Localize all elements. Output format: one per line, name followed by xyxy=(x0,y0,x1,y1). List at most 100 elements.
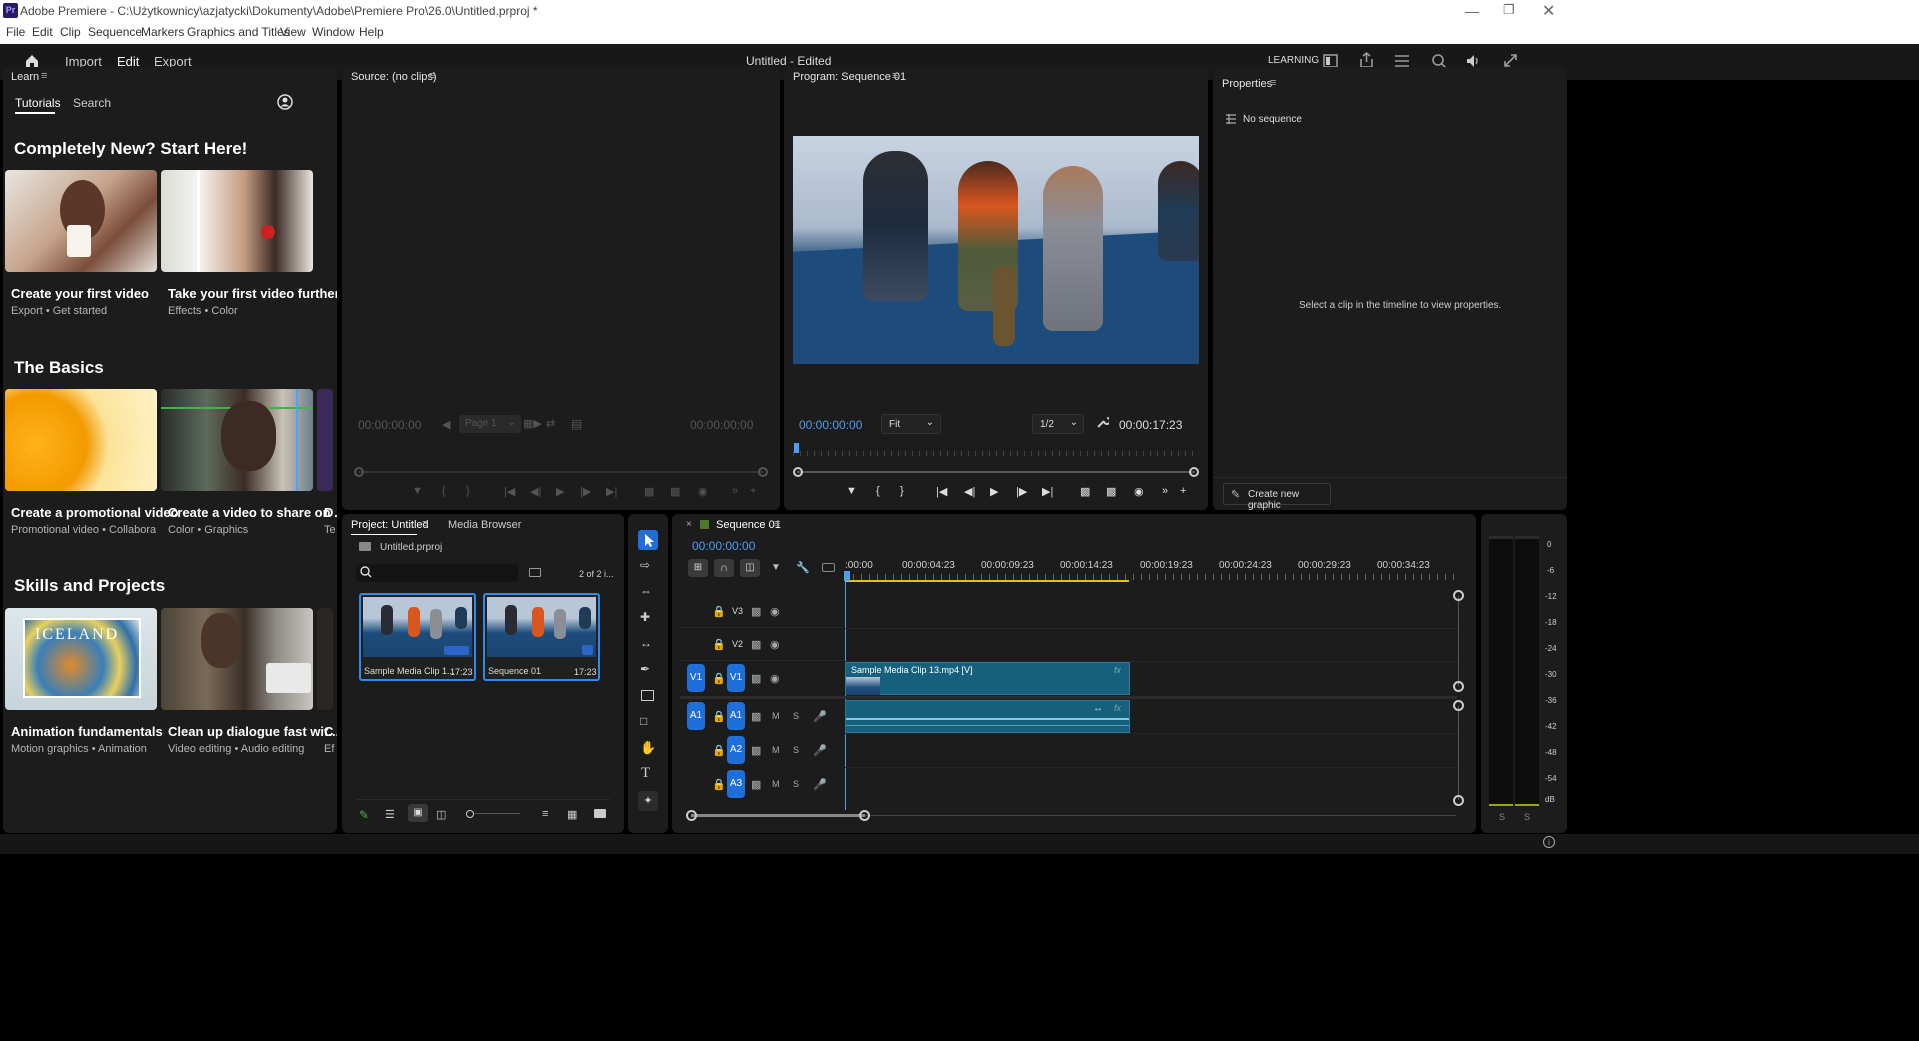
source-timecode-in[interactable]: 00:00:00:00 xyxy=(358,418,421,432)
insert-nest-icon[interactable]: ⊞ xyxy=(688,559,708,577)
menu-sequence[interactable]: Sequence xyxy=(88,25,142,39)
go-to-out-icon[interactable]: ▶| xyxy=(1042,485,1053,498)
hand-tool-icon[interactable]: ✋ xyxy=(640,740,656,756)
close-icon[interactable]: ✕ xyxy=(1542,1,1555,21)
menu-help[interactable]: Help xyxy=(359,25,384,39)
ripple-edit-tool-icon[interactable]: ⇔ xyxy=(640,584,652,598)
properties-panel-menu-icon[interactable]: ≡ xyxy=(1270,77,1276,89)
source-timecode-out[interactable]: 00:00:00:00 xyxy=(690,418,753,432)
zoom-slider[interactable] xyxy=(466,810,522,818)
slip-tool-icon[interactable]: ↔ xyxy=(640,636,652,650)
tutorial-title[interactable]: Create your first video xyxy=(11,286,149,301)
audio-track-scroll[interactable] xyxy=(1453,700,1465,806)
tutorial-thumbnail[interactable] xyxy=(5,170,157,272)
tutorial-thumbnail-partial[interactable] xyxy=(317,389,333,491)
track-label[interactable]: A3 xyxy=(727,770,745,798)
timeline-horizontal-scroll[interactable] xyxy=(686,810,1458,822)
user-icon[interactable] xyxy=(277,94,293,110)
tutorial-thumbnail[interactable]: ICELAND xyxy=(5,608,157,710)
fit-select[interactable]: Fit ⌄ xyxy=(881,414,941,434)
share-icon[interactable] xyxy=(1359,52,1374,68)
solo-button[interactable]: S xyxy=(793,779,799,789)
page-select[interactable]: Page 1 ⌄ xyxy=(459,415,521,433)
mic-icon[interactable]: 🎤 xyxy=(813,710,827,723)
mark-in-icon[interactable]: { xyxy=(876,485,880,497)
timeline-menu-icon[interactable]: ≡ xyxy=(774,518,780,530)
mute-button[interactable]: M xyxy=(772,745,780,755)
project-panel-menu-icon[interactable]: ≡ xyxy=(422,518,428,530)
sync-lock-icon[interactable]: ▩ xyxy=(751,672,761,685)
audio-clip[interactable]: ↔ fx xyxy=(845,700,1130,733)
sync-lock-icon[interactable]: ▩ xyxy=(751,744,761,757)
tutorial-title[interactable]: Animation fundamentals xyxy=(11,724,163,739)
track-select-tool-icon[interactable]: ⇨ xyxy=(640,558,650,572)
wrench-icon[interactable] xyxy=(1096,416,1109,429)
solo-button[interactable]: S xyxy=(793,711,799,721)
tutorial-thumbnail[interactable] xyxy=(161,608,313,710)
lock-icon[interactable]: 🔒 xyxy=(712,778,726,791)
time-ruler[interactable]: :00:00 00:00:04:23 00:00:09:23 00:00:14:… xyxy=(844,558,1459,584)
menu-clip[interactable]: Clip xyxy=(60,25,81,39)
step-forward-frame-icon[interactable]: |▶ xyxy=(1016,485,1027,498)
program-panel-menu-icon[interactable]: ≡ xyxy=(892,70,898,82)
extract-icon[interactable]: ▩ xyxy=(1106,485,1116,498)
new-bin-icon[interactable] xyxy=(529,568,541,577)
add-button-icon[interactable]: + xyxy=(1180,485,1186,497)
menu-view[interactable]: View xyxy=(280,25,306,39)
fx-badge[interactable]: fx xyxy=(1114,665,1121,675)
mute-button[interactable]: M xyxy=(772,779,780,789)
project-search-input[interactable] xyxy=(356,564,518,582)
rectangle-tool-icon[interactable] xyxy=(641,690,654,701)
add-marker-icon[interactable]: ▼ xyxy=(412,485,423,497)
sequence-tab[interactable]: Sequence 01 xyxy=(716,519,781,531)
eye-icon[interactable]: ◉ xyxy=(770,605,780,618)
insert-icon[interactable]: ▩ xyxy=(644,485,654,498)
mark-out-icon[interactable]: } xyxy=(900,485,904,497)
step-back-frame-icon[interactable]: ◀| xyxy=(964,485,975,498)
project-item[interactable]: Sequence 01 17:23 xyxy=(483,593,600,681)
menu-file[interactable]: File xyxy=(6,25,25,39)
add-marker-icon[interactable]: ▼ xyxy=(771,562,781,573)
step-forward-frame-icon[interactable]: |▶ xyxy=(580,485,591,498)
source-panel-menu-icon[interactable]: ≡ xyxy=(429,70,435,82)
tutorial-thumbnail[interactable] xyxy=(161,170,313,272)
tab-search[interactable]: Search xyxy=(73,96,111,110)
close-tab-icon[interactable]: × xyxy=(686,519,692,530)
project-tab[interactable]: Project: Untitled xyxy=(351,519,429,531)
tab-tutorials[interactable]: Tutorials xyxy=(15,96,61,110)
playhead-marker[interactable] xyxy=(844,571,850,581)
track-label[interactable]: A2 xyxy=(727,736,745,764)
learn-panel-menu-icon[interactable]: ≡ xyxy=(41,70,47,82)
freeform-view-icon[interactable]: ◫ xyxy=(436,808,446,821)
program-time-ruler[interactable] xyxy=(793,443,1199,457)
work-area-bar[interactable] xyxy=(845,580,1129,582)
track-label[interactable]: A1 xyxy=(727,702,745,730)
tutorial-title[interactable]: D xyxy=(324,505,333,520)
timeline-settings-icon[interactable]: 🔧 xyxy=(796,561,810,574)
mic-icon[interactable]: 🎤 xyxy=(813,744,827,757)
minimize-icon[interactable]: — xyxy=(1465,3,1479,19)
tutorial-title[interactable]: Clean up dialogue fast wit... xyxy=(168,724,337,739)
lock-icon[interactable]: 🔒 xyxy=(712,605,726,618)
program-timecode[interactable]: 00:00:00:00 xyxy=(799,418,862,432)
create-new-graphic-button[interactable]: ✎ Create new graphic xyxy=(1223,483,1331,510)
icon-view-icon[interactable]: ▣ xyxy=(408,804,428,822)
solo-right-button[interactable]: S xyxy=(1524,812,1530,822)
video-clip[interactable]: Sample Media Clip 13.mp4 [V] fx xyxy=(845,662,1130,695)
menu-graphics-and-titles[interactable]: Graphics and Titles xyxy=(187,25,290,39)
sync-lock-icon[interactable]: ▩ xyxy=(751,710,761,723)
type-tool-icon[interactable]: T xyxy=(641,765,650,782)
track-label[interactable]: V1 xyxy=(727,664,745,692)
workspaces-icon[interactable] xyxy=(1323,54,1338,68)
source-scrub-bar[interactable] xyxy=(354,467,768,477)
mark-in-icon[interactable]: { xyxy=(442,485,446,497)
resolution-select[interactable]: 1/2 ⌄ xyxy=(1032,414,1084,434)
timeline-timecode[interactable]: 00:00:00:00 xyxy=(692,539,755,553)
sync-lock-icon[interactable]: ▩ xyxy=(751,778,761,791)
eye-icon[interactable]: ◉ xyxy=(770,638,780,651)
menu-markers[interactable]: Markers xyxy=(141,25,184,39)
step-back-icon[interactable]: ◀ xyxy=(442,418,450,431)
go-to-in-icon[interactable]: |◀ xyxy=(504,485,515,498)
selection-tool-icon[interactable] xyxy=(638,530,658,550)
menu-window[interactable]: Window xyxy=(312,25,355,39)
